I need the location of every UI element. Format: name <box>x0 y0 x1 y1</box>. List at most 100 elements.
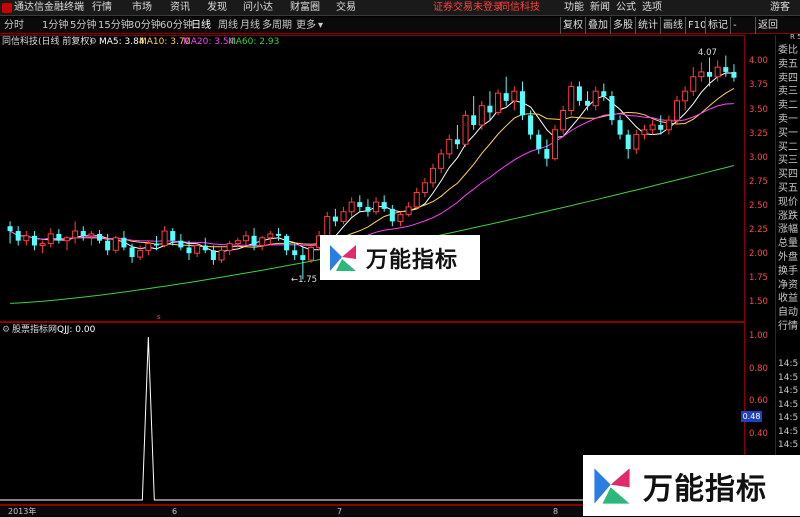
candlestick[interactable] <box>698 62 705 82</box>
tab-30min[interactable]: 30分钟 <box>128 17 161 34</box>
draw-button[interactable]: 画线 <box>660 17 683 34</box>
candlestick[interactable] <box>511 86 518 111</box>
candlestick[interactable] <box>519 81 525 121</box>
candlestick[interactable] <box>72 221 79 244</box>
candlestick[interactable] <box>105 233 111 256</box>
candlestick[interactable] <box>226 240 233 256</box>
tab-5min[interactable]: 5分钟 <box>70 17 96 34</box>
candlestick[interactable] <box>210 245 216 265</box>
candlestick[interactable] <box>641 124 648 140</box>
minimize-button[interactable]: - <box>730 17 737 34</box>
candlestick[interactable] <box>731 64 737 82</box>
candlestick[interactable] <box>528 110 534 140</box>
candlestick[interactable] <box>536 129 542 154</box>
candlestick[interactable] <box>129 243 135 263</box>
tab-intraday[interactable]: 分时 <box>4 17 24 34</box>
stats-button[interactable]: 统计 <box>635 17 658 34</box>
menu-market-quotes[interactable]: 行情 <box>92 0 112 16</box>
candlestick[interactable] <box>389 205 395 227</box>
candlestick[interactable] <box>503 76 509 106</box>
candlestick[interactable] <box>373 197 380 215</box>
login-status[interactable]: 证券交易未登录 <box>433 0 503 16</box>
candlestick[interactable] <box>15 226 21 246</box>
candlestick[interactable] <box>495 89 502 116</box>
menu-options[interactable]: 选项 <box>642 0 662 16</box>
mark-button[interactable]: 标记 <box>705 17 728 34</box>
candlestick[interactable] <box>405 202 412 217</box>
menu-ask[interactable]: 问小达 <box>243 0 273 16</box>
candlestick[interactable] <box>625 129 631 159</box>
candlestick[interactable] <box>592 86 599 111</box>
menu-discover[interactable]: 发现 <box>207 0 227 16</box>
adjust-button[interactable]: 复权 <box>560 17 583 34</box>
candlestick[interactable] <box>259 235 266 251</box>
candlestick[interactable] <box>551 124 559 161</box>
tab-60min[interactable]: 60分钟 <box>160 17 193 34</box>
candlestick[interactable] <box>112 235 119 254</box>
candlestick[interactable] <box>381 195 387 212</box>
multi-stock-button[interactable]: 多股 <box>610 17 633 34</box>
candlestick[interactable] <box>560 105 567 135</box>
candlestick[interactable] <box>576 81 582 106</box>
candlestick[interactable] <box>413 187 420 209</box>
candlestick[interactable] <box>137 245 144 260</box>
candlestick[interactable] <box>601 83 607 101</box>
candlestick[interactable] <box>617 115 623 140</box>
candlestick[interactable] <box>658 115 664 135</box>
tab-daily[interactable]: 日线 <box>191 17 211 34</box>
candlestick[interactable] <box>487 91 493 121</box>
candlestick[interactable] <box>23 231 30 246</box>
candlestick[interactable] <box>365 199 371 217</box>
menu-market[interactable]: 市场 <box>132 0 152 16</box>
candlestick[interactable] <box>97 230 103 244</box>
candlestick[interactable] <box>161 226 168 248</box>
user-label[interactable]: 游客 <box>770 0 790 16</box>
candlestick[interactable] <box>438 149 445 174</box>
candlestick[interactable] <box>39 240 46 254</box>
tab-monthly[interactable]: 月线 <box>240 17 260 34</box>
candlestick[interactable] <box>292 243 298 260</box>
candlestick[interactable] <box>178 233 184 251</box>
candlestick[interactable] <box>544 139 550 167</box>
candlestick[interactable] <box>63 235 71 251</box>
candlestick[interactable] <box>202 237 208 254</box>
candlestick[interactable] <box>242 231 249 246</box>
candlestick[interactable] <box>340 206 347 225</box>
menu-trade[interactable]: 交易 <box>336 0 356 16</box>
menu-news[interactable]: 资讯 <box>170 0 190 16</box>
candlestick[interactable] <box>357 195 363 212</box>
candlestick[interactable] <box>609 91 615 125</box>
tab-1min[interactable]: 1分钟 <box>42 17 68 34</box>
candlestick[interactable] <box>307 245 315 263</box>
candlestick[interactable] <box>478 100 485 130</box>
overlay-button[interactable]: 叠加 <box>585 17 608 34</box>
candlestick[interactable] <box>462 110 469 148</box>
candlestick[interactable] <box>673 96 681 125</box>
candlestick[interactable] <box>649 120 656 135</box>
candlestick[interactable] <box>633 129 640 154</box>
candlestick[interactable] <box>284 233 290 256</box>
tab-15min[interactable]: 15分钟 <box>98 17 131 34</box>
menu-formula[interactable]: 公式 <box>616 0 636 16</box>
candlestick[interactable] <box>568 81 575 116</box>
candlestick[interactable] <box>665 115 672 135</box>
f10-button[interactable]: F10 <box>685 17 706 34</box>
candlestick[interactable] <box>31 231 37 251</box>
candlestick[interactable] <box>690 67 697 97</box>
candlestick[interactable] <box>585 91 591 111</box>
candlestick[interactable] <box>429 163 437 188</box>
candlestick[interactable] <box>194 243 201 258</box>
candlestick[interactable] <box>332 208 338 227</box>
menu-function[interactable]: 功能 <box>564 0 584 16</box>
candlestick[interactable] <box>218 247 225 263</box>
candlestick[interactable] <box>397 211 404 227</box>
candlestick[interactable] <box>454 124 460 150</box>
candlestick[interactable] <box>471 96 477 130</box>
tab-more[interactable]: 更多 <box>296 17 316 34</box>
candlestick[interactable] <box>121 231 127 251</box>
candlestick[interactable] <box>446 134 453 159</box>
candlestick[interactable] <box>80 226 86 241</box>
candlestick[interactable] <box>682 86 689 111</box>
candlestick[interactable] <box>421 178 428 198</box>
tab-multi-period[interactable]: 多周期 <box>262 17 292 34</box>
